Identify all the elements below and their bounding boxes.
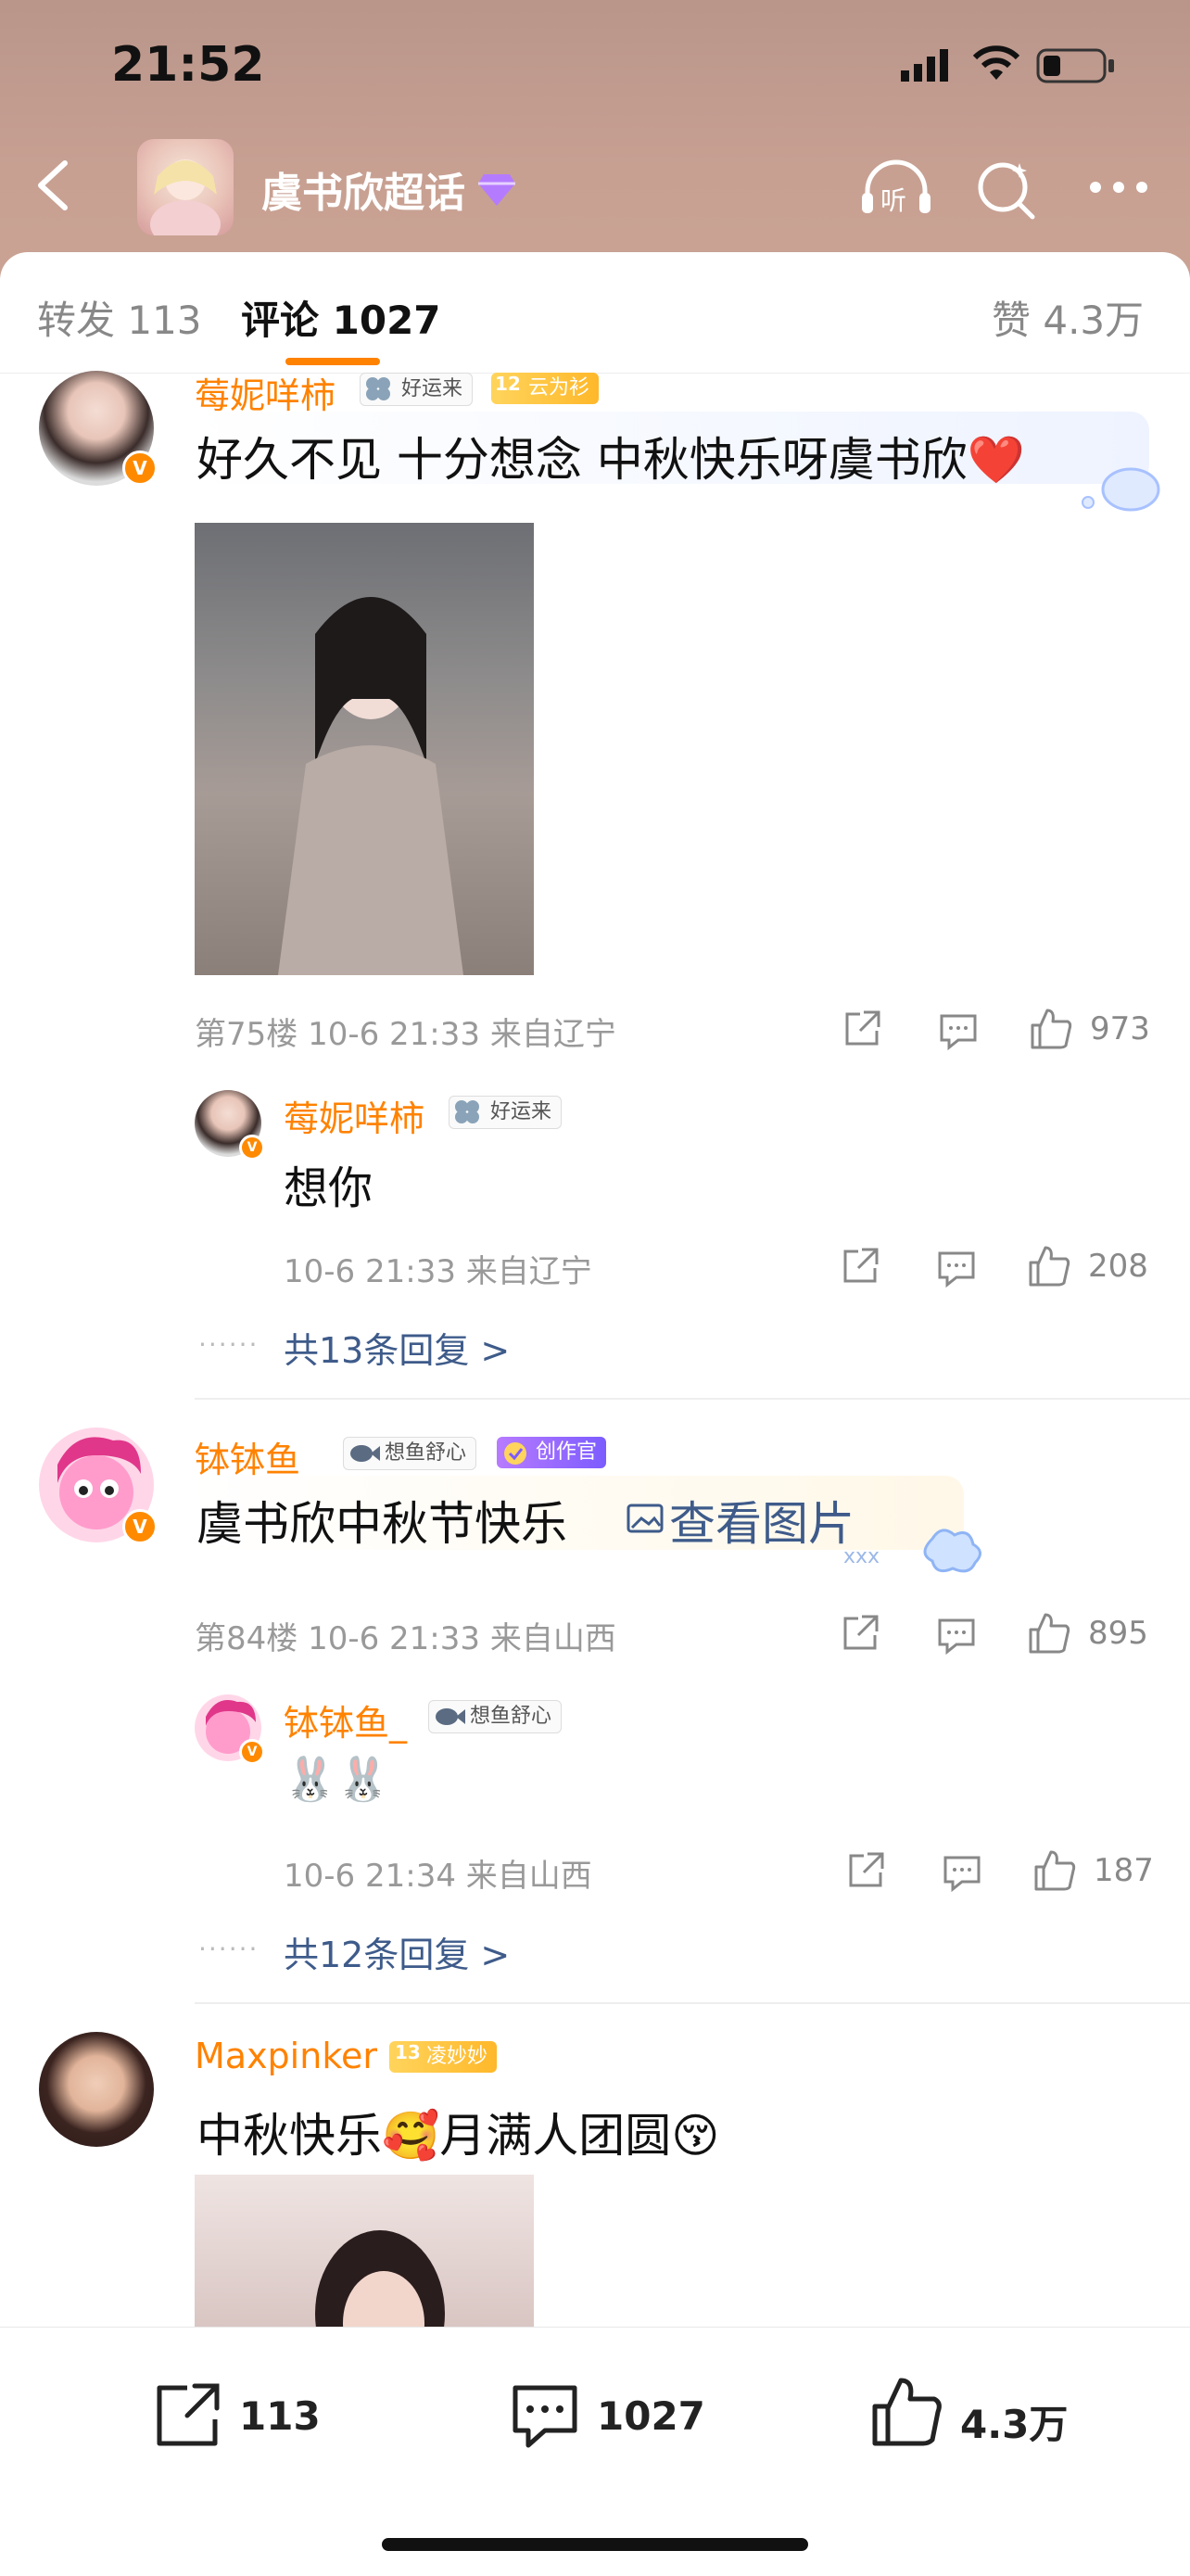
- tab-like[interactable]: 赞 4.3万: [992, 289, 1144, 346]
- comment-image[interactable]: [195, 523, 534, 975]
- diamond-icon: [476, 171, 517, 208]
- like-icon[interactable]: [869, 2375, 943, 2449]
- like-icon[interactable]: [1032, 1848, 1077, 1893]
- comment-username[interactable]: Maxpinker: [195, 2036, 377, 2076]
- supertopic-title: 虞书欣超话: [261, 170, 465, 217]
- avatar[interactable]: [39, 2032, 154, 2147]
- share-icon[interactable]: [840, 1613, 880, 1654]
- reply-dots: ······: [198, 1934, 260, 1964]
- content-panel: [0, 252, 1190, 2575]
- verified-badge: V: [239, 1135, 265, 1161]
- reply-meta: 10-6 21:34 来自山西: [284, 1858, 592, 1895]
- comment-icon[interactable]: [508, 2379, 582, 2453]
- reply-meta: 10-6 21:33 来自辽宁: [284, 1253, 592, 1290]
- comment-icon[interactable]: [936, 1615, 977, 1656]
- svg-text:听: 听: [880, 185, 906, 216]
- comment-text: 好久不见 十分想念 中秋快乐呀虞书欣❤️: [196, 433, 1026, 487]
- tab-indicator: [285, 358, 380, 365]
- like-count: 187: [1094, 1852, 1154, 1889]
- level-number: 13: [395, 2041, 421, 2063]
- clover-icon: [363, 374, 393, 402]
- reply-dots: ······: [198, 1329, 260, 1360]
- status-time: 21:52: [111, 37, 265, 93]
- signal-icon: [901, 46, 956, 82]
- view-replies-link[interactable]: 共13条回复 >: [284, 1322, 510, 1373]
- share-icon[interactable]: [842, 1009, 882, 1049]
- reply-text: 想你: [284, 1162, 373, 1214]
- divider: [195, 1398, 1190, 1400]
- fish-icon: [347, 1442, 380, 1465]
- more-icon[interactable]: [1088, 180, 1149, 195]
- comment-username[interactable]: 莓妮咩柿: [195, 367, 335, 418]
- comment-icon[interactable]: [938, 1010, 979, 1051]
- comment-count[interactable]: 1027: [597, 2393, 705, 2439]
- comment-icon[interactable]: [936, 1248, 977, 1288]
- verified-badge: V: [122, 450, 158, 486]
- like-icon[interactable]: [1029, 1007, 1073, 1051]
- share-icon[interactable]: [840, 1246, 880, 1287]
- home-indicator: [382, 2538, 808, 2551]
- like-count: 973: [1090, 1010, 1150, 1047]
- view-image-link[interactable]: 查看图片: [669, 1487, 855, 1554]
- svg-text:xxx: xxx: [843, 1545, 880, 1568]
- image-icon: [627, 1502, 664, 1535]
- verified-badge: V: [122, 1509, 158, 1544]
- like-count: 895: [1088, 1615, 1148, 1652]
- comment-icon[interactable]: [942, 1852, 982, 1893]
- search-icon[interactable]: [975, 158, 1038, 221]
- verified-badge: V: [239, 1739, 265, 1765]
- tab-repost[interactable]: 转发 113: [37, 289, 202, 346]
- reply-username[interactable]: 钵钵鱼_: [284, 1694, 407, 1745]
- fish-icon: [432, 1706, 465, 1728]
- wifi-icon: [971, 44, 1021, 82]
- back-arrow-icon[interactable]: [28, 158, 83, 213]
- comment-image[interactable]: [195, 2175, 534, 2327]
- comment-meta: 第75楼 10-6 21:33 来自辽宁: [195, 1016, 616, 1053]
- divider: [195, 2002, 1190, 2004]
- reply-text: 🐰🐰: [284, 1754, 390, 1804]
- level-number: 12: [495, 373, 521, 395]
- bubble-decoration-icon: xxx: [840, 1520, 988, 1581]
- clover-icon: [452, 1098, 482, 1125]
- share-icon[interactable]: [845, 1850, 886, 1891]
- comment-text: 虞书欣中秋节快乐: [196, 1497, 567, 1551]
- like-icon[interactable]: [1027, 1244, 1071, 1288]
- comment-meta: 第84楼 10-6 21:33 来自山西: [195, 1620, 616, 1657]
- like-icon[interactable]: [1027, 1611, 1071, 1656]
- comment-username[interactable]: 钵钵鱼_: [195, 1431, 318, 1482]
- listen-icon[interactable]: 听: [858, 158, 934, 219]
- repost-count[interactable]: 113: [239, 2393, 321, 2439]
- like-count: 208: [1088, 1248, 1148, 1285]
- supertopic-avatar[interactable]: [137, 139, 234, 235]
- view-replies-link[interactable]: 共12条回复 >: [284, 1926, 510, 1977]
- comment-text: 中秋快乐🥰月满人团圆😚: [196, 2109, 720, 2163]
- creator-icon: [500, 1439, 530, 1466]
- bubble-decoration-icon: [1066, 454, 1168, 519]
- tab-comment[interactable]: 评论 1027: [241, 289, 441, 346]
- reply-username[interactable]: 莓妮咩柿: [284, 1090, 424, 1141]
- battery-icon: [1036, 48, 1116, 83]
- repost-icon[interactable]: [150, 2379, 224, 2453]
- like-count[interactable]: 4.3万: [960, 2393, 1068, 2450]
